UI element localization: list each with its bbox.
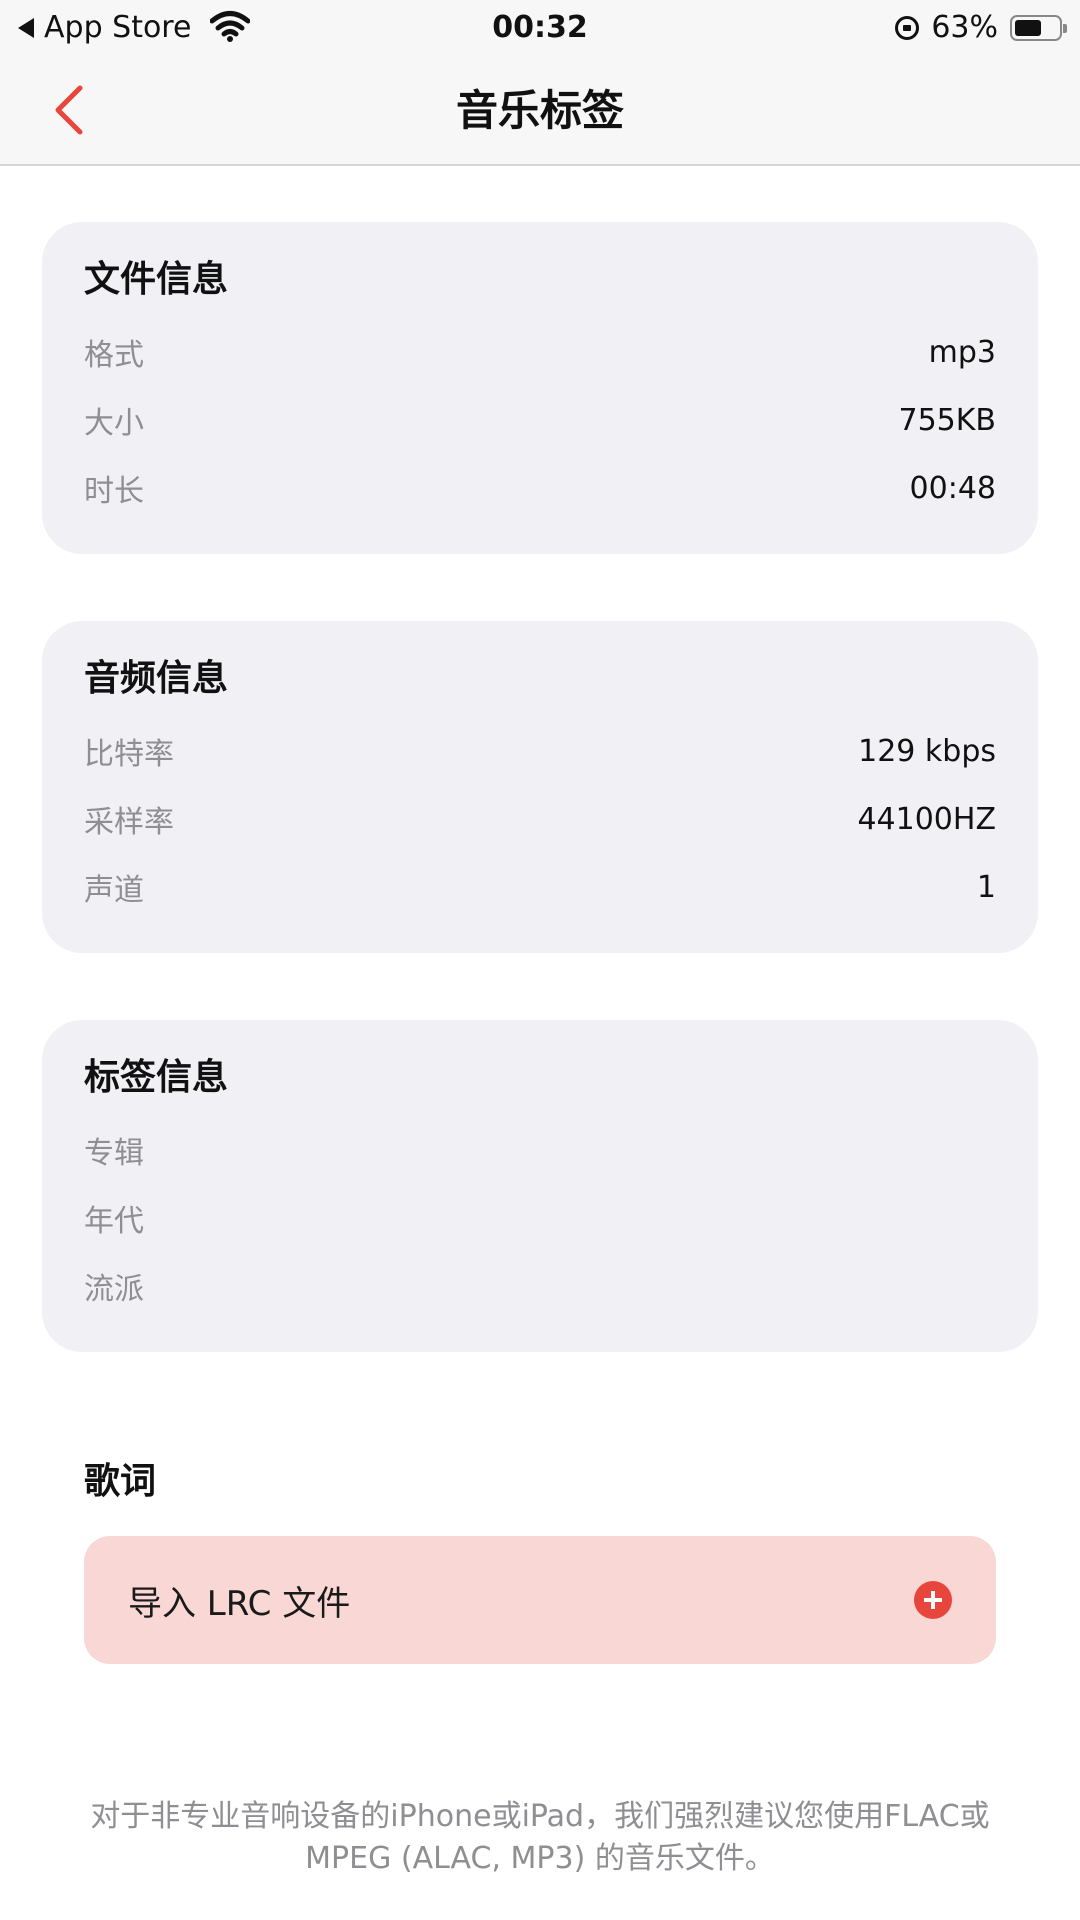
file-size-row: 大小 755KB [84, 386, 996, 454]
row-label: 采样率 [84, 805, 174, 840]
row-label: 流派 [84, 1272, 144, 1307]
audio-info-title: 音频信息 [84, 658, 229, 699]
lyrics-title: 歌词 [84, 1461, 157, 1502]
row-label: 大小 [84, 406, 144, 441]
page-title: 音乐标签 [455, 86, 624, 135]
rotation-lock-icon [895, 16, 920, 40]
album-row[interactable]: 专辑 [84, 1116, 996, 1184]
status-bar: App Store 00:32 63% [0, 0, 1080, 56]
row-value: 755KB [898, 402, 996, 438]
battery-percent: 63% [931, 10, 998, 45]
file-info-card: 文件信息 格式 mp3 大小 755KB 时长 00:48 [42, 222, 1038, 554]
row-value: 1 [976, 869, 996, 905]
year-row[interactable]: 年代 [84, 1184, 996, 1252]
bitrate-row: 比特率 129 kbps [84, 717, 996, 785]
file-format-row: 格式 mp3 [84, 318, 996, 386]
import-lrc-button[interactable]: 导入 LRC 文件 [84, 1536, 996, 1664]
footnote: 对于非专业音响设备的iPhone或iPad，我们强烈建议您使用FLAC或 MPE… [40, 1796, 1040, 1880]
file-info-title: 文件信息 [84, 259, 229, 300]
row-label: 专辑 [84, 1136, 144, 1171]
audio-info-card: 音频信息 比特率 129 kbps 采样率 44100HZ 声道 1 [42, 621, 1038, 953]
tag-info-title: 标签信息 [84, 1057, 229, 1098]
row-label: 声道 [84, 873, 144, 908]
footnote-line-2: MPEG (ALAC, MP3) 的音乐文件。 [305, 1841, 775, 1876]
row-value: 44100HZ [857, 801, 996, 837]
file-duration-row: 时长 00:48 [84, 454, 996, 522]
battery-fill [1015, 20, 1042, 36]
battery-icon [1010, 15, 1067, 41]
row-value: mp3 [928, 334, 996, 370]
status-right: 63% [895, 8, 1067, 48]
channel-row: 声道 1 [84, 853, 996, 921]
plus-circle-icon [914, 1581, 952, 1619]
genre-row[interactable]: 流派 [84, 1252, 996, 1320]
row-label: 年代 [84, 1204, 144, 1239]
footnote-line-1: 对于非专业音响设备的iPhone或iPad，我们强烈建议您使用FLAC或 [90, 1799, 990, 1834]
sample-rate-row: 采样率 44100HZ [84, 785, 996, 853]
nav-bar: 音乐标签 [0, 56, 1080, 166]
tag-info-card: 标签信息 专辑 年代 流派 [42, 1020, 1038, 1352]
import-lrc-label: 导入 LRC 文件 [128, 1583, 351, 1624]
row-label: 时长 [84, 474, 144, 509]
row-value: 129 kbps [858, 733, 996, 769]
row-label: 比特率 [84, 737, 174, 772]
row-label: 格式 [84, 338, 144, 373]
row-value: 00:48 [909, 470, 996, 506]
